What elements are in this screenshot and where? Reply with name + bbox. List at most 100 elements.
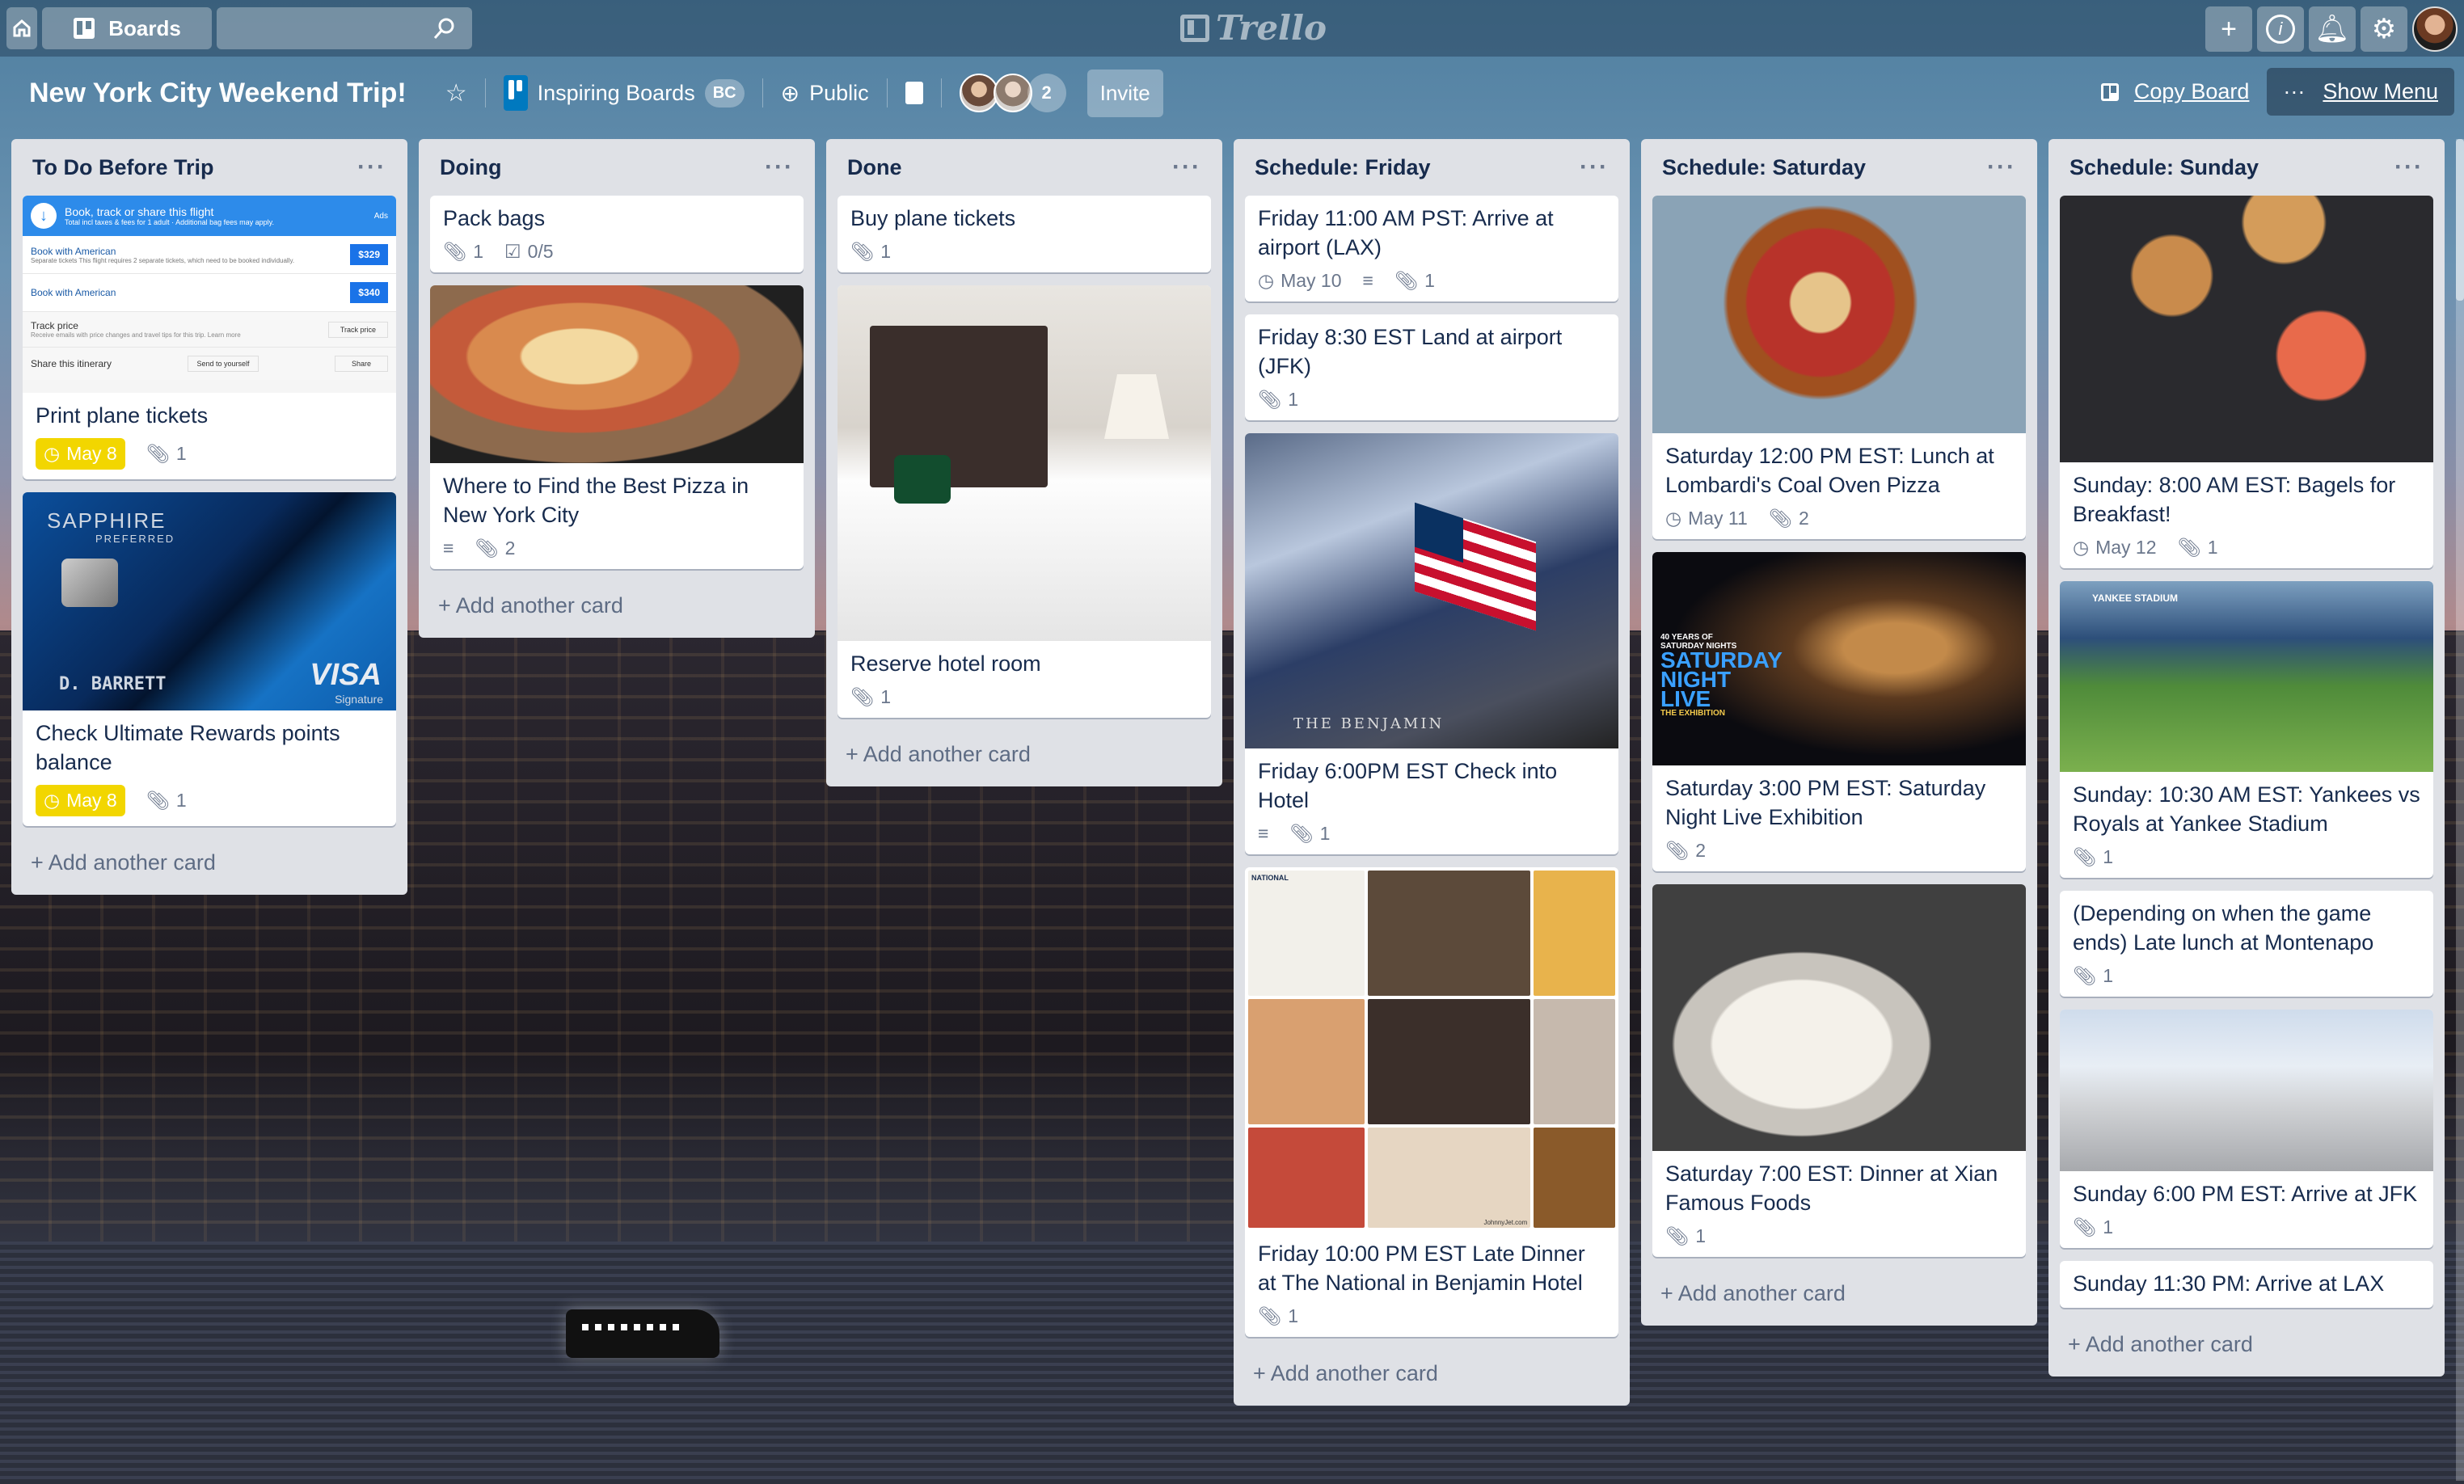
star-icon[interactable]: ☆: [445, 79, 467, 108]
attachments-badge: 📎︎ 1: [1665, 1225, 1706, 1247]
add-card-button[interactable]: + Add another card: [430, 582, 804, 630]
list-menu-icon[interactable]: ···: [1987, 154, 2016, 181]
list-title[interactable]: Schedule: Sunday: [2070, 155, 2259, 180]
settings-button[interactable]: ⚙: [2361, 6, 2407, 52]
due-date-badge[interactable]: ◷ May 8: [36, 438, 125, 470]
list-title[interactable]: To Do Before Trip: [32, 155, 214, 180]
card-cover-credit-card: SAPPHIRE PREFERRED D. BARRETT VISA Signa…: [23, 492, 396, 710]
paperclip-icon: 📎︎: [443, 241, 467, 262]
list-title[interactable]: Schedule: Friday: [1255, 155, 1431, 180]
trello-logo-icon: [1180, 14, 1209, 42]
card[interactable]: ↓ Book, track or share this flight Total i…: [23, 196, 396, 479]
card[interactable]: Sunday 6:00 PM EST: Arrive at JFK 📎︎ 1: [2060, 1010, 2433, 1248]
search-icon: [433, 18, 454, 39]
card-title: Friday 10:00 PM EST Late Dinner at The N…: [1258, 1242, 1585, 1295]
cover-subheader: Total incl taxes & fees for 1 adult · Ad…: [65, 218, 274, 226]
member-avatar[interactable]: [959, 74, 998, 112]
trello-logo[interactable]: Trello: [1180, 8, 1327, 48]
list-title[interactable]: Doing: [440, 155, 501, 180]
card[interactable]: Friday 8:30 EST Land at airport (JFK) 📎︎…: [1245, 314, 1618, 420]
attachments-badge: 📎︎ 2: [1769, 508, 1809, 529]
card[interactable]: Reserve hotel room 📎︎ 1: [838, 285, 1211, 718]
team-button[interactable]: Inspiring Boards BC: [503, 75, 745, 111]
card[interactable]: Saturday 7:00 EST: Dinner at Xian Famous…: [1652, 884, 2026, 1257]
due-date: May 8: [66, 790, 117, 811]
clock-icon: ◷: [44, 790, 61, 811]
list-done: Done ··· Buy plane tickets 📎︎ 1 Reserve ho…: [826, 139, 1222, 786]
board-title[interactable]: New York City Weekend Trip!: [29, 78, 407, 109]
visibility-button[interactable]: ⊕ Public: [781, 80, 869, 107]
card[interactable]: Saturday 12:00 PM EST: Lunch at Lombardi…: [1652, 196, 2026, 539]
attachment-count: 1: [2103, 846, 2113, 867]
info-button[interactable]: i: [2257, 6, 2304, 52]
clock-icon: ◷: [2073, 537, 2090, 558]
member-avatar[interactable]: [993, 74, 1032, 112]
butler-button[interactable]: [905, 82, 923, 104]
card[interactable]: Pack bags 📎︎ 1 ☑ 0/5: [430, 196, 804, 272]
search-input[interactable]: [217, 7, 472, 49]
cover-row-note: Separate tickets This flight requires 2 …: [31, 256, 295, 264]
card[interactable]: Where to Find the Best Pizza in New York…: [430, 285, 804, 569]
add-card-button[interactable]: + Add another card: [2060, 1321, 2433, 1368]
invite-button[interactable]: Invite: [1086, 69, 1163, 117]
collage-photo: [1534, 999, 1615, 1124]
due-date: May 11: [1688, 508, 1748, 529]
list-menu-icon[interactable]: ···: [2394, 154, 2424, 181]
cover-tier: PREFERRED: [95, 533, 175, 545]
list-title[interactable]: Schedule: Saturday: [1662, 155, 1866, 180]
list-title[interactable]: Done: [847, 155, 902, 180]
create-button[interactable]: +: [2205, 6, 2252, 52]
paperclip-icon: 📎︎: [2073, 846, 2097, 867]
show-menu-button[interactable]: ··· Show Menu: [2267, 68, 2454, 116]
member-overflow-count[interactable]: 2: [1027, 74, 1066, 112]
card[interactable]: YANKEE STADIUM Sunday: 10:30 AM EST: Yan…: [2060, 581, 2433, 878]
cover-watermark: JohnnyJet.com: [1483, 1219, 1528, 1226]
list-menu-icon[interactable]: ···: [765, 154, 794, 181]
cover-menu: NATIONAL: [1248, 871, 1365, 996]
divider: [762, 78, 763, 108]
card[interactable]: Sunday: 8:00 AM EST: Bagels for Breakfas…: [2060, 196, 2433, 568]
due-date-badge[interactable]: ◷ May 10: [1258, 270, 1342, 292]
due-date-badge[interactable]: ◷ May 8: [36, 785, 125, 816]
card-title: Saturday 3:00 PM EST: Saturday Night Liv…: [1665, 776, 1986, 829]
team-badge: BC: [704, 78, 745, 108]
add-card-button[interactable]: + Add another card: [23, 839, 396, 887]
list-menu-icon[interactable]: ···: [357, 154, 386, 181]
card[interactable]: THE BENJAMIN Friday 6:00PM EST Check int…: [1245, 433, 1618, 854]
card[interactable]: Friday 11:00 AM PST: Arrive at airport (…: [1245, 196, 1618, 301]
copy-board-button[interactable]: Copy Board: [2100, 79, 2249, 104]
attachment-count: 2: [504, 538, 516, 559]
boards-button[interactable]: Boards: [42, 7, 212, 49]
list-menu-icon[interactable]: ···: [1580, 154, 1609, 181]
board-scrollbar[interactable]: [2456, 139, 2464, 1481]
card-title: Friday 6:00PM EST Check into Hotel: [1258, 759, 1558, 812]
cover-header: Book, track or share this flight: [65, 205, 214, 218]
add-card-button[interactable]: + Add another card: [838, 731, 1211, 778]
add-card-button[interactable]: + Add another card: [1652, 1270, 2026, 1317]
card[interactable]: Buy plane tickets 📎︎ 1: [838, 196, 1211, 272]
attachment-count: 1: [1319, 823, 1331, 844]
card-cover-food-collage: NATIONAL JohnnyJet.com: [1245, 867, 1618, 1231]
clock-icon: ◷: [44, 443, 61, 464]
list-menu-icon[interactable]: ···: [1172, 154, 1201, 181]
paperclip-icon: 📎︎: [1289, 823, 1314, 844]
add-card-button[interactable]: + Add another card: [1245, 1350, 1618, 1398]
notifications-button[interactable]: 🔔︎: [2309, 6, 2356, 52]
card[interactable]: 40 YEARS OF SATURDAY NIGHTS SATURDAY NIGH…: [1652, 552, 2026, 871]
card-cover-hotel-facade-photo: THE BENJAMIN: [1245, 433, 1618, 748]
card[interactable]: NATIONAL JohnnyJet.com Friday 10:00 PM E…: [1245, 867, 1618, 1337]
chip-icon: [61, 559, 118, 607]
home-button[interactable]: [6, 7, 37, 49]
due-date-badge[interactable]: ◷ May 11: [1665, 508, 1748, 529]
attachments-badge: 📎︎ 1: [2073, 965, 2113, 987]
board-scrollbar-thumb[interactable]: [2456, 139, 2464, 301]
collage-photo: JohnnyJet.com: [1367, 1128, 1531, 1228]
card-title: Saturday 12:00 PM EST: Lunch at Lombardi…: [1665, 444, 1994, 497]
team-name: Inspiring Boards: [537, 80, 695, 105]
due-date-badge[interactable]: ◷ May 12: [2073, 537, 2157, 559]
card-cover-pizza-photo: [1652, 196, 2026, 433]
user-avatar[interactable]: [2412, 6, 2458, 52]
card[interactable]: (Depending on when the game ends) Late l…: [2060, 891, 2433, 997]
card[interactable]: SAPPHIRE PREFERRED D. BARRETT VISA Signa…: [23, 492, 396, 826]
card[interactable]: Sunday 11:30 PM: Arrive at LAX: [2060, 1261, 2433, 1308]
